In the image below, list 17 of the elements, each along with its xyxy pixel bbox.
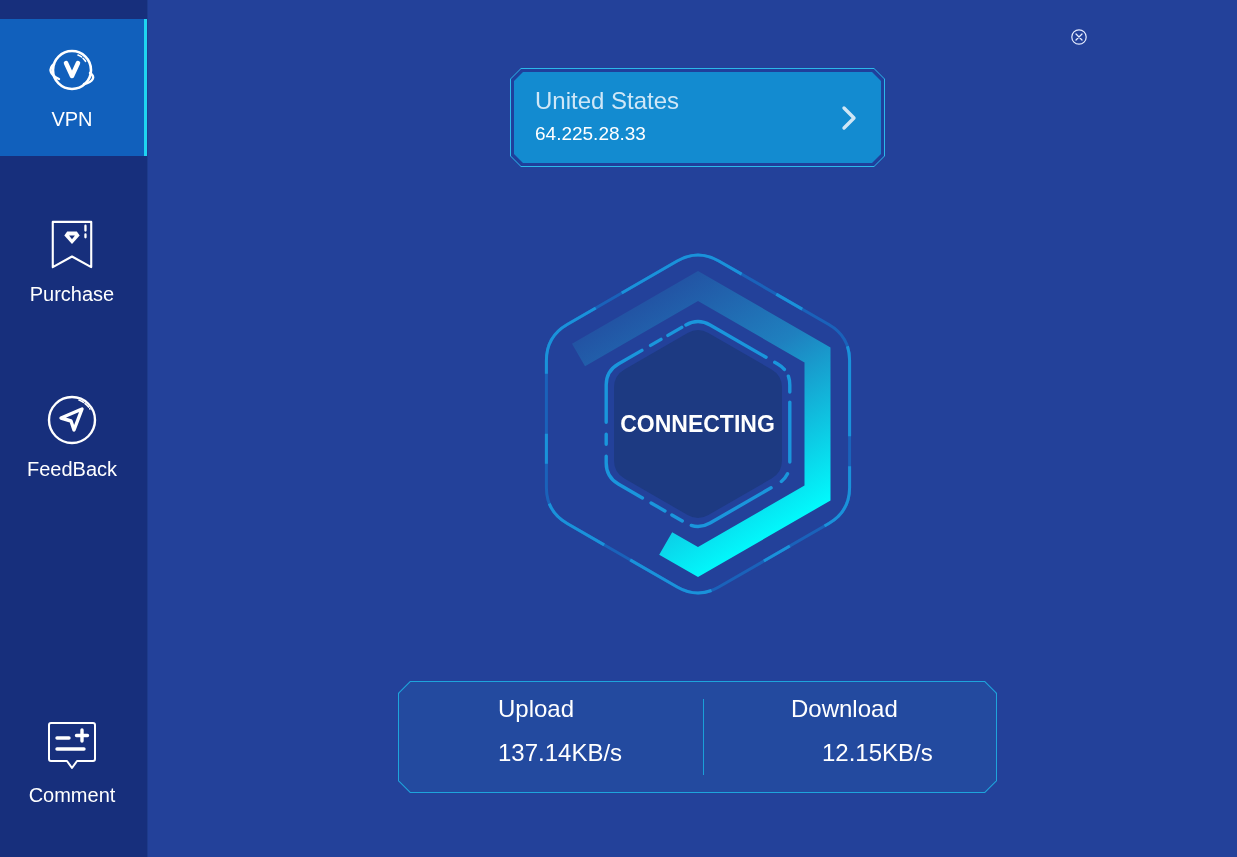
speech-bubble-icon: [47, 720, 97, 771]
ip-address: 64.225.28.33: [535, 122, 647, 146]
nav-item[interactable]: FeedBack: [0, 369, 147, 506]
stat-label: Upload: [498, 694, 575, 724]
chevron-right-icon: [841, 104, 857, 131]
close-icon[interactable]: [1071, 29, 1087, 45]
location-button[interactable]: United States 64.225.28.33: [510, 68, 885, 167]
country-name: United States: [535, 86, 680, 116]
stat-value: 137.14KB/s: [498, 738, 623, 768]
bookmark-diamond-icon: [50, 219, 94, 270]
arrow-circle-icon: [47, 394, 97, 445]
status-label: CONNECTING: [620, 410, 775, 438]
nav-item[interactable]: Purchase: [0, 194, 147, 331]
nav-item[interactable]: VPN: [0, 19, 147, 156]
stat-value: 12.15KB/s: [822, 738, 933, 768]
nav-item[interactable]: Comment: [0, 695, 147, 832]
stat-label: Download: [791, 694, 898, 724]
